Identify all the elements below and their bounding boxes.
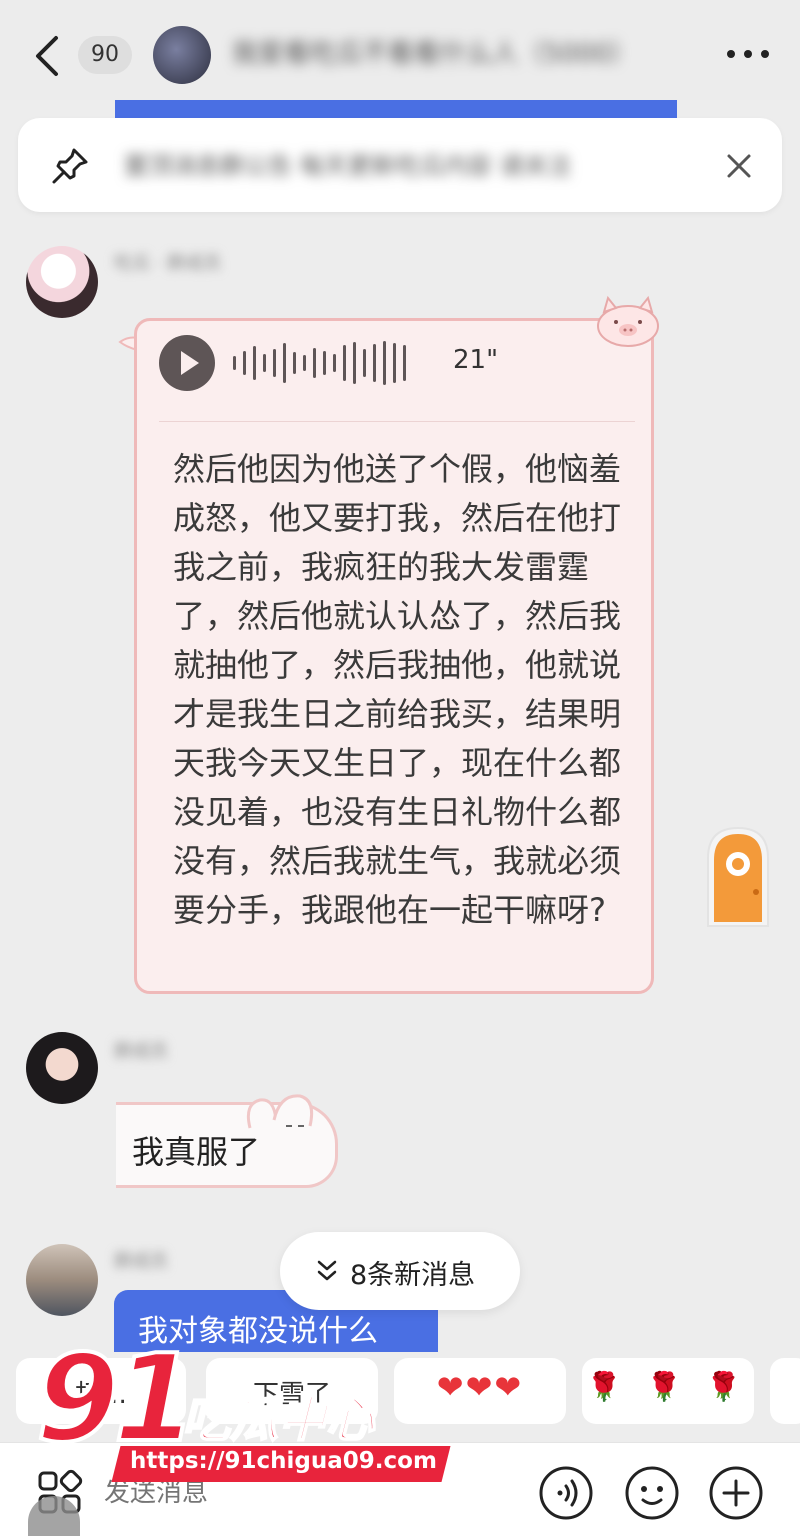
sender-name: 吃瓜 · 群成员	[114, 253, 222, 274]
sender-name: 群成员	[114, 1041, 168, 1062]
quick-reply-label: ❤❤❤	[436, 1368, 524, 1406]
group-title[interactable]: 我爱看吃瓜不看看什么人（5000）	[232, 32, 642, 76]
more-icon[interactable]	[725, 46, 771, 62]
sender-avatar[interactable]	[26, 246, 98, 318]
sender-name: 群成员	[114, 1251, 168, 1272]
pin-icon	[52, 148, 88, 184]
door-sticker-icon	[707, 826, 769, 927]
sender-avatar[interactable]	[26, 1032, 98, 1104]
message-text: 我真服了	[132, 1133, 261, 1171]
divider	[159, 421, 635, 422]
bunny-ears-sticker-icon	[246, 1094, 314, 1129]
close-icon[interactable]	[721, 148, 757, 184]
new-messages-button[interactable]: 8条新消息	[280, 1232, 520, 1310]
new-messages-label: 8条新消息	[350, 1260, 476, 1291]
pinned-message-text: 置顶消息群公告 每天更新吃瓜内容 请关注	[124, 152, 572, 180]
plus-icon[interactable]	[708, 1465, 764, 1521]
voice-duration: 21"	[453, 345, 499, 375]
voice-message-bubble[interactable]: 21" 然后他因为他送了个假，他恼羞成怒，他又要打我，然后在他打我之前，我疯狂的…	[134, 318, 654, 994]
pig-sticker-icon	[597, 295, 659, 347]
watermark-url: https://91chigua09.com	[130, 1448, 437, 1474]
quick-reply-chip[interactable]	[770, 1358, 800, 1424]
double-chevron-down-icon	[317, 1260, 337, 1281]
group-avatar[interactable]	[153, 26, 211, 84]
voice-input-icon[interactable]	[538, 1465, 594, 1521]
chat-header: 90 我爱看吃瓜不看看什么人（5000）	[0, 0, 800, 100]
back-arrow-icon[interactable]	[30, 34, 66, 78]
watermark-number: 91	[34, 1330, 199, 1469]
unread-count-badge[interactable]: 90	[78, 36, 132, 74]
quick-reply-chip[interactable]: 🌹 🌹 🌹	[582, 1358, 754, 1424]
voice-transcript: 然后他因为他送了个假，他恼羞成怒，他又要打我，然后在他打我之前，我疯狂的我大发雷…	[173, 450, 622, 929]
watermark-name: 吃瓜中心	[181, 1391, 375, 1449]
voice-waveform	[233, 341, 429, 385]
watermark: 91 吃瓜中心 https://91chigua09.com	[34, 1330, 451, 1490]
quick-reply-chip[interactable]: ❤❤❤	[394, 1358, 566, 1424]
pinned-message-card[interactable]: 置顶消息群公告 每天更新吃瓜内容 请关注	[18, 118, 782, 212]
emoji-icon[interactable]	[624, 1465, 680, 1521]
play-icon[interactable]	[159, 335, 215, 391]
sender-avatar[interactable]	[26, 1244, 98, 1316]
quick-reply-label: 🌹 🌹 🌹	[586, 1370, 750, 1403]
